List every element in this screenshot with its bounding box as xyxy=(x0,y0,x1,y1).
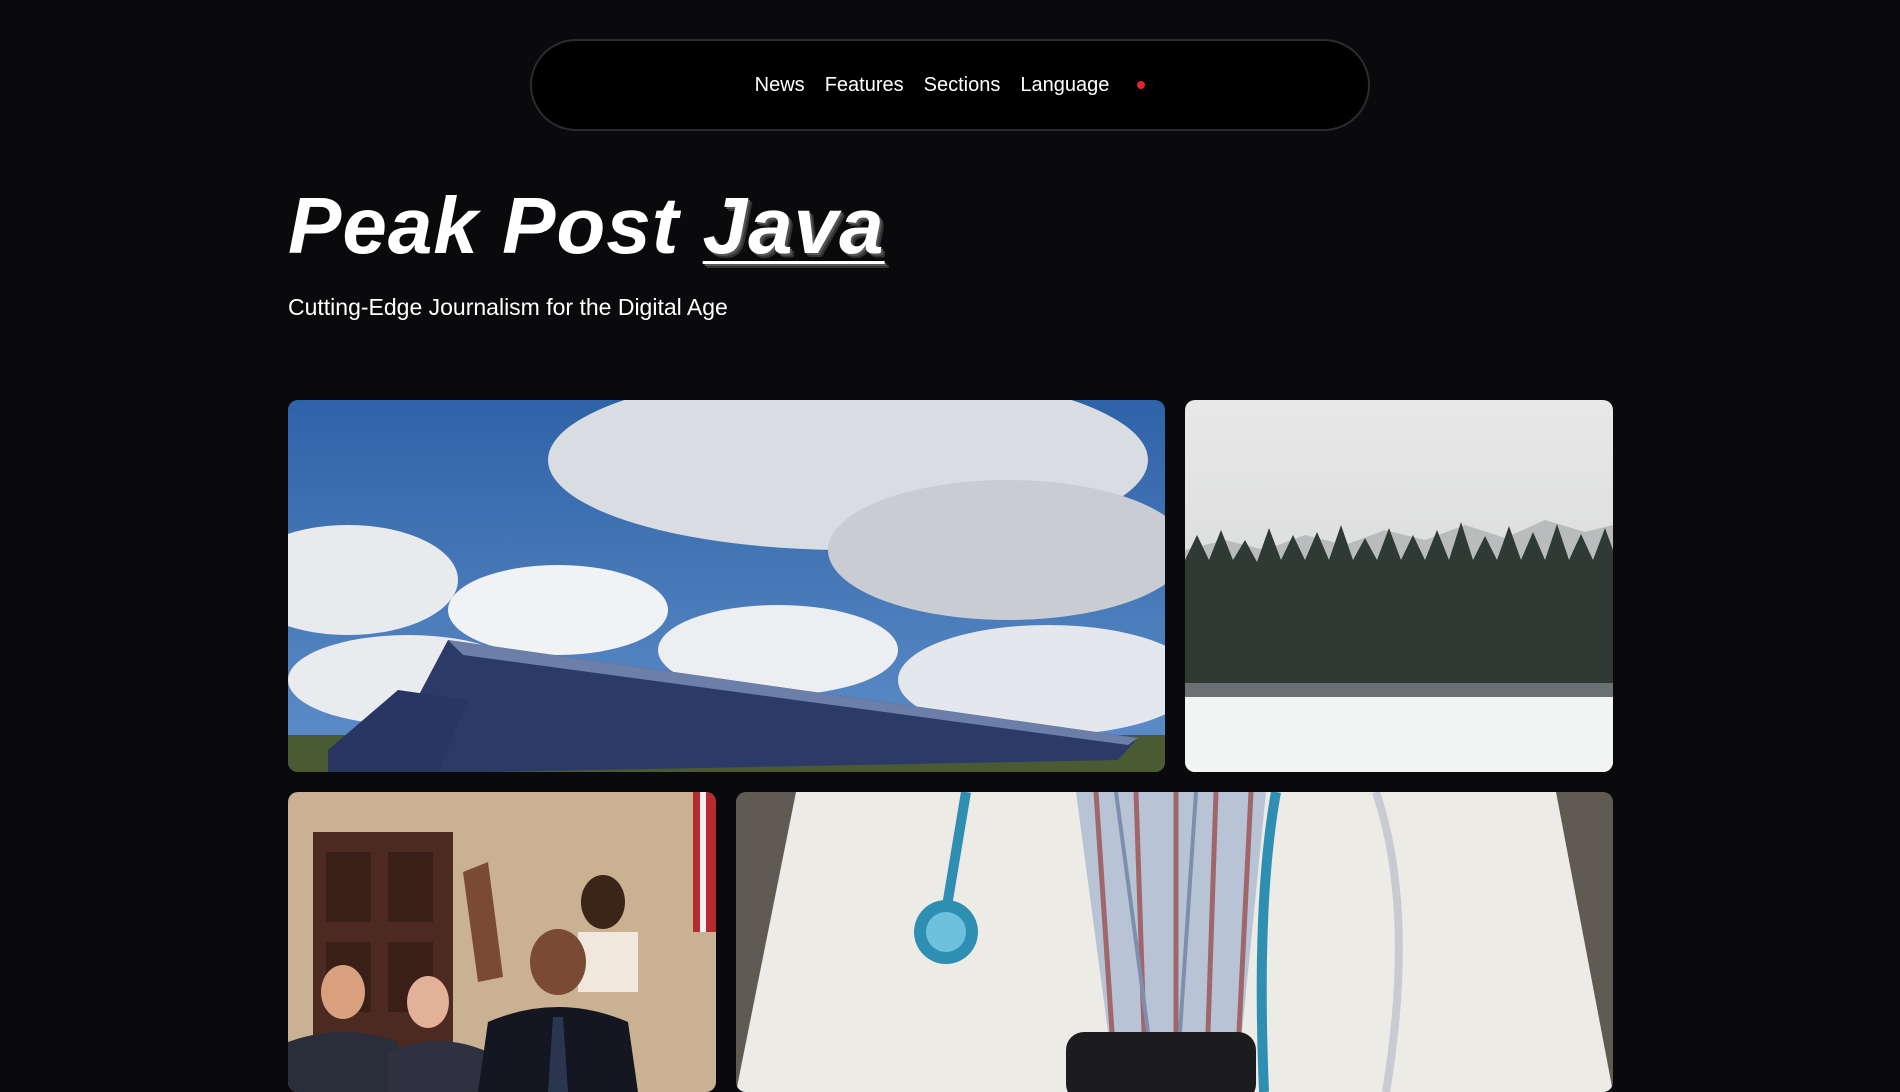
site-title: Peak Post Java xyxy=(288,180,885,272)
story-card-solar-panels[interactable] xyxy=(288,400,1165,772)
nav-link-sections[interactable]: Sections xyxy=(924,74,1001,97)
politician-phone-image xyxy=(288,792,716,1092)
masthead: Peak Post Java Cutting-Edge Journalism f… xyxy=(288,180,885,321)
site-title-accent: Java xyxy=(702,181,885,270)
nav-link-features[interactable]: Features xyxy=(825,74,904,97)
live-indicator-dot xyxy=(1137,81,1146,89)
solar-panels-image xyxy=(288,400,1165,772)
story-card-politician-phone[interactable] xyxy=(288,792,716,1092)
site-title-main: Peak Post xyxy=(288,181,680,270)
snowy-forest-image xyxy=(1185,400,1613,772)
nav-link-language[interactable]: Language xyxy=(1020,74,1109,97)
doctor-image xyxy=(736,792,1613,1092)
top-nav: News Features Sections Language xyxy=(530,39,1370,131)
story-card-snowy-forest[interactable] xyxy=(1185,400,1613,772)
nav-link-news[interactable]: News xyxy=(755,74,805,97)
site-tagline: Cutting-Edge Journalism for the Digital … xyxy=(288,294,728,320)
story-card-doctor[interactable] xyxy=(736,792,1613,1092)
